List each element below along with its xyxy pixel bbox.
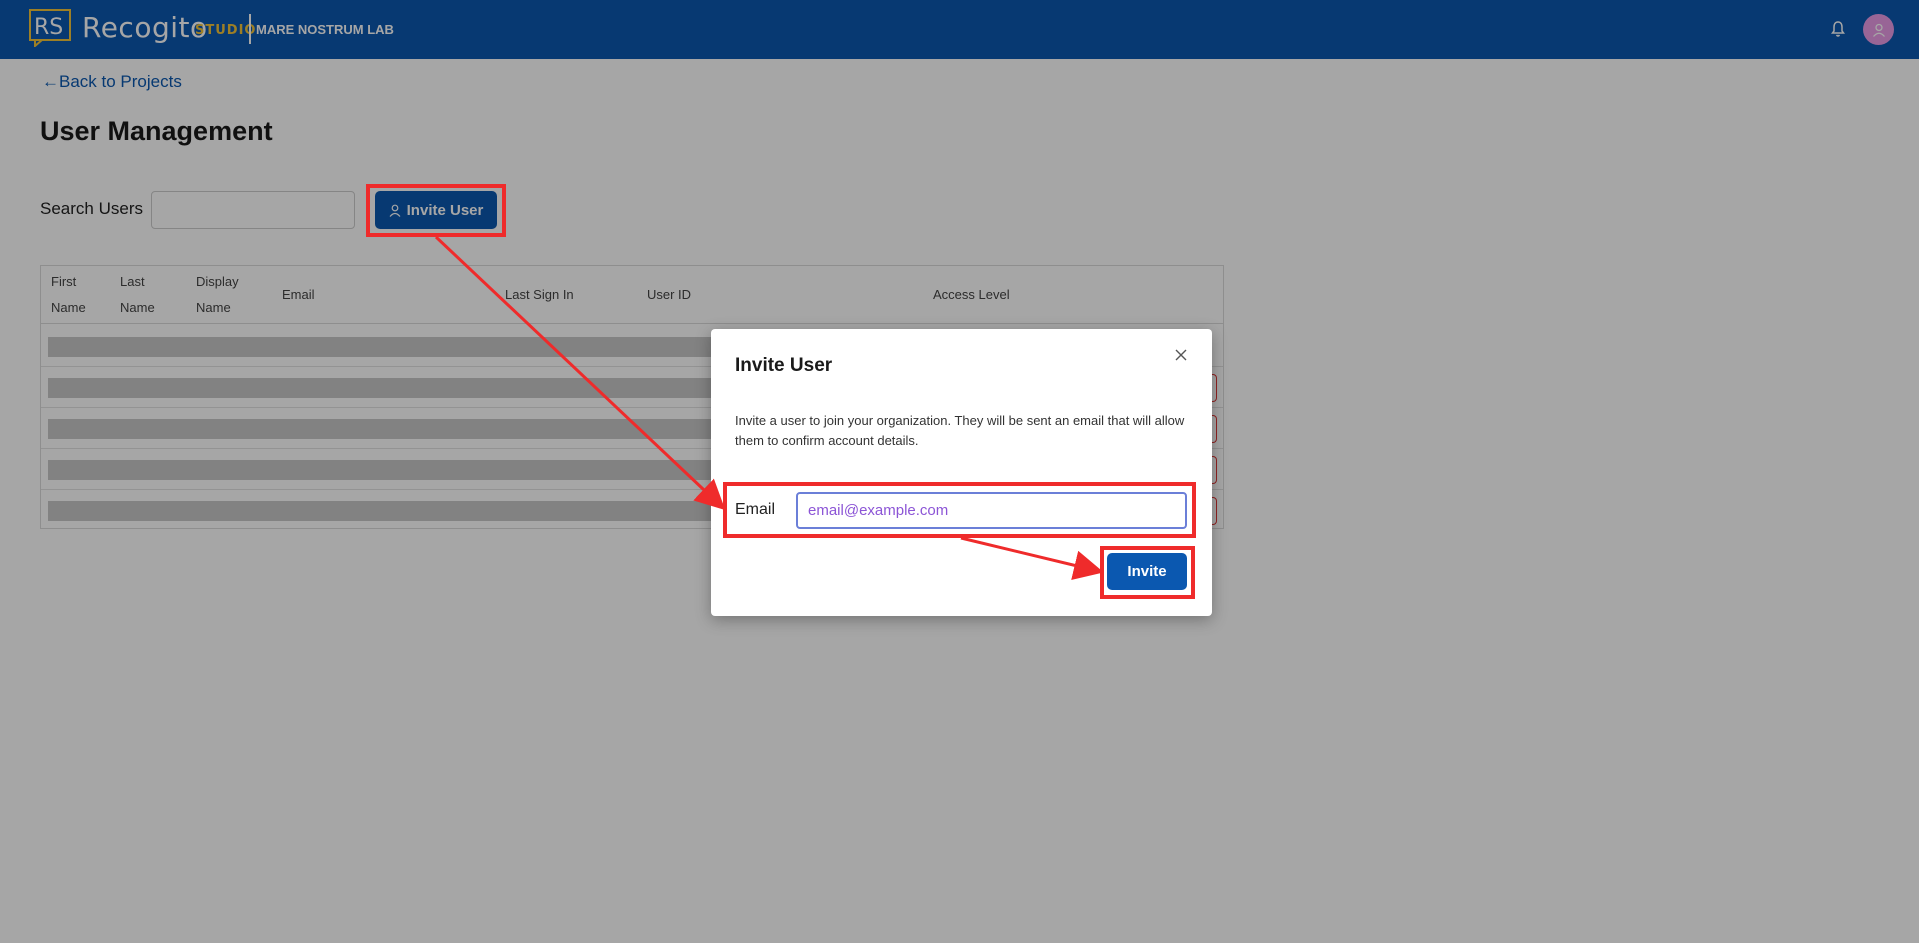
close-dialog-button[interactable]	[1169, 343, 1193, 367]
close-icon	[1175, 349, 1187, 361]
email-input[interactable]	[796, 492, 1187, 529]
dialog-description: Invite a user to join your organization.…	[735, 413, 1185, 448]
invite-user-dialog: Invite User Invite a user to join your o…	[711, 329, 1212, 616]
invite-submit-button[interactable]: Invite	[1107, 553, 1187, 590]
dialog-title: Invite User	[735, 355, 833, 376]
email-label: Email	[735, 501, 776, 518]
